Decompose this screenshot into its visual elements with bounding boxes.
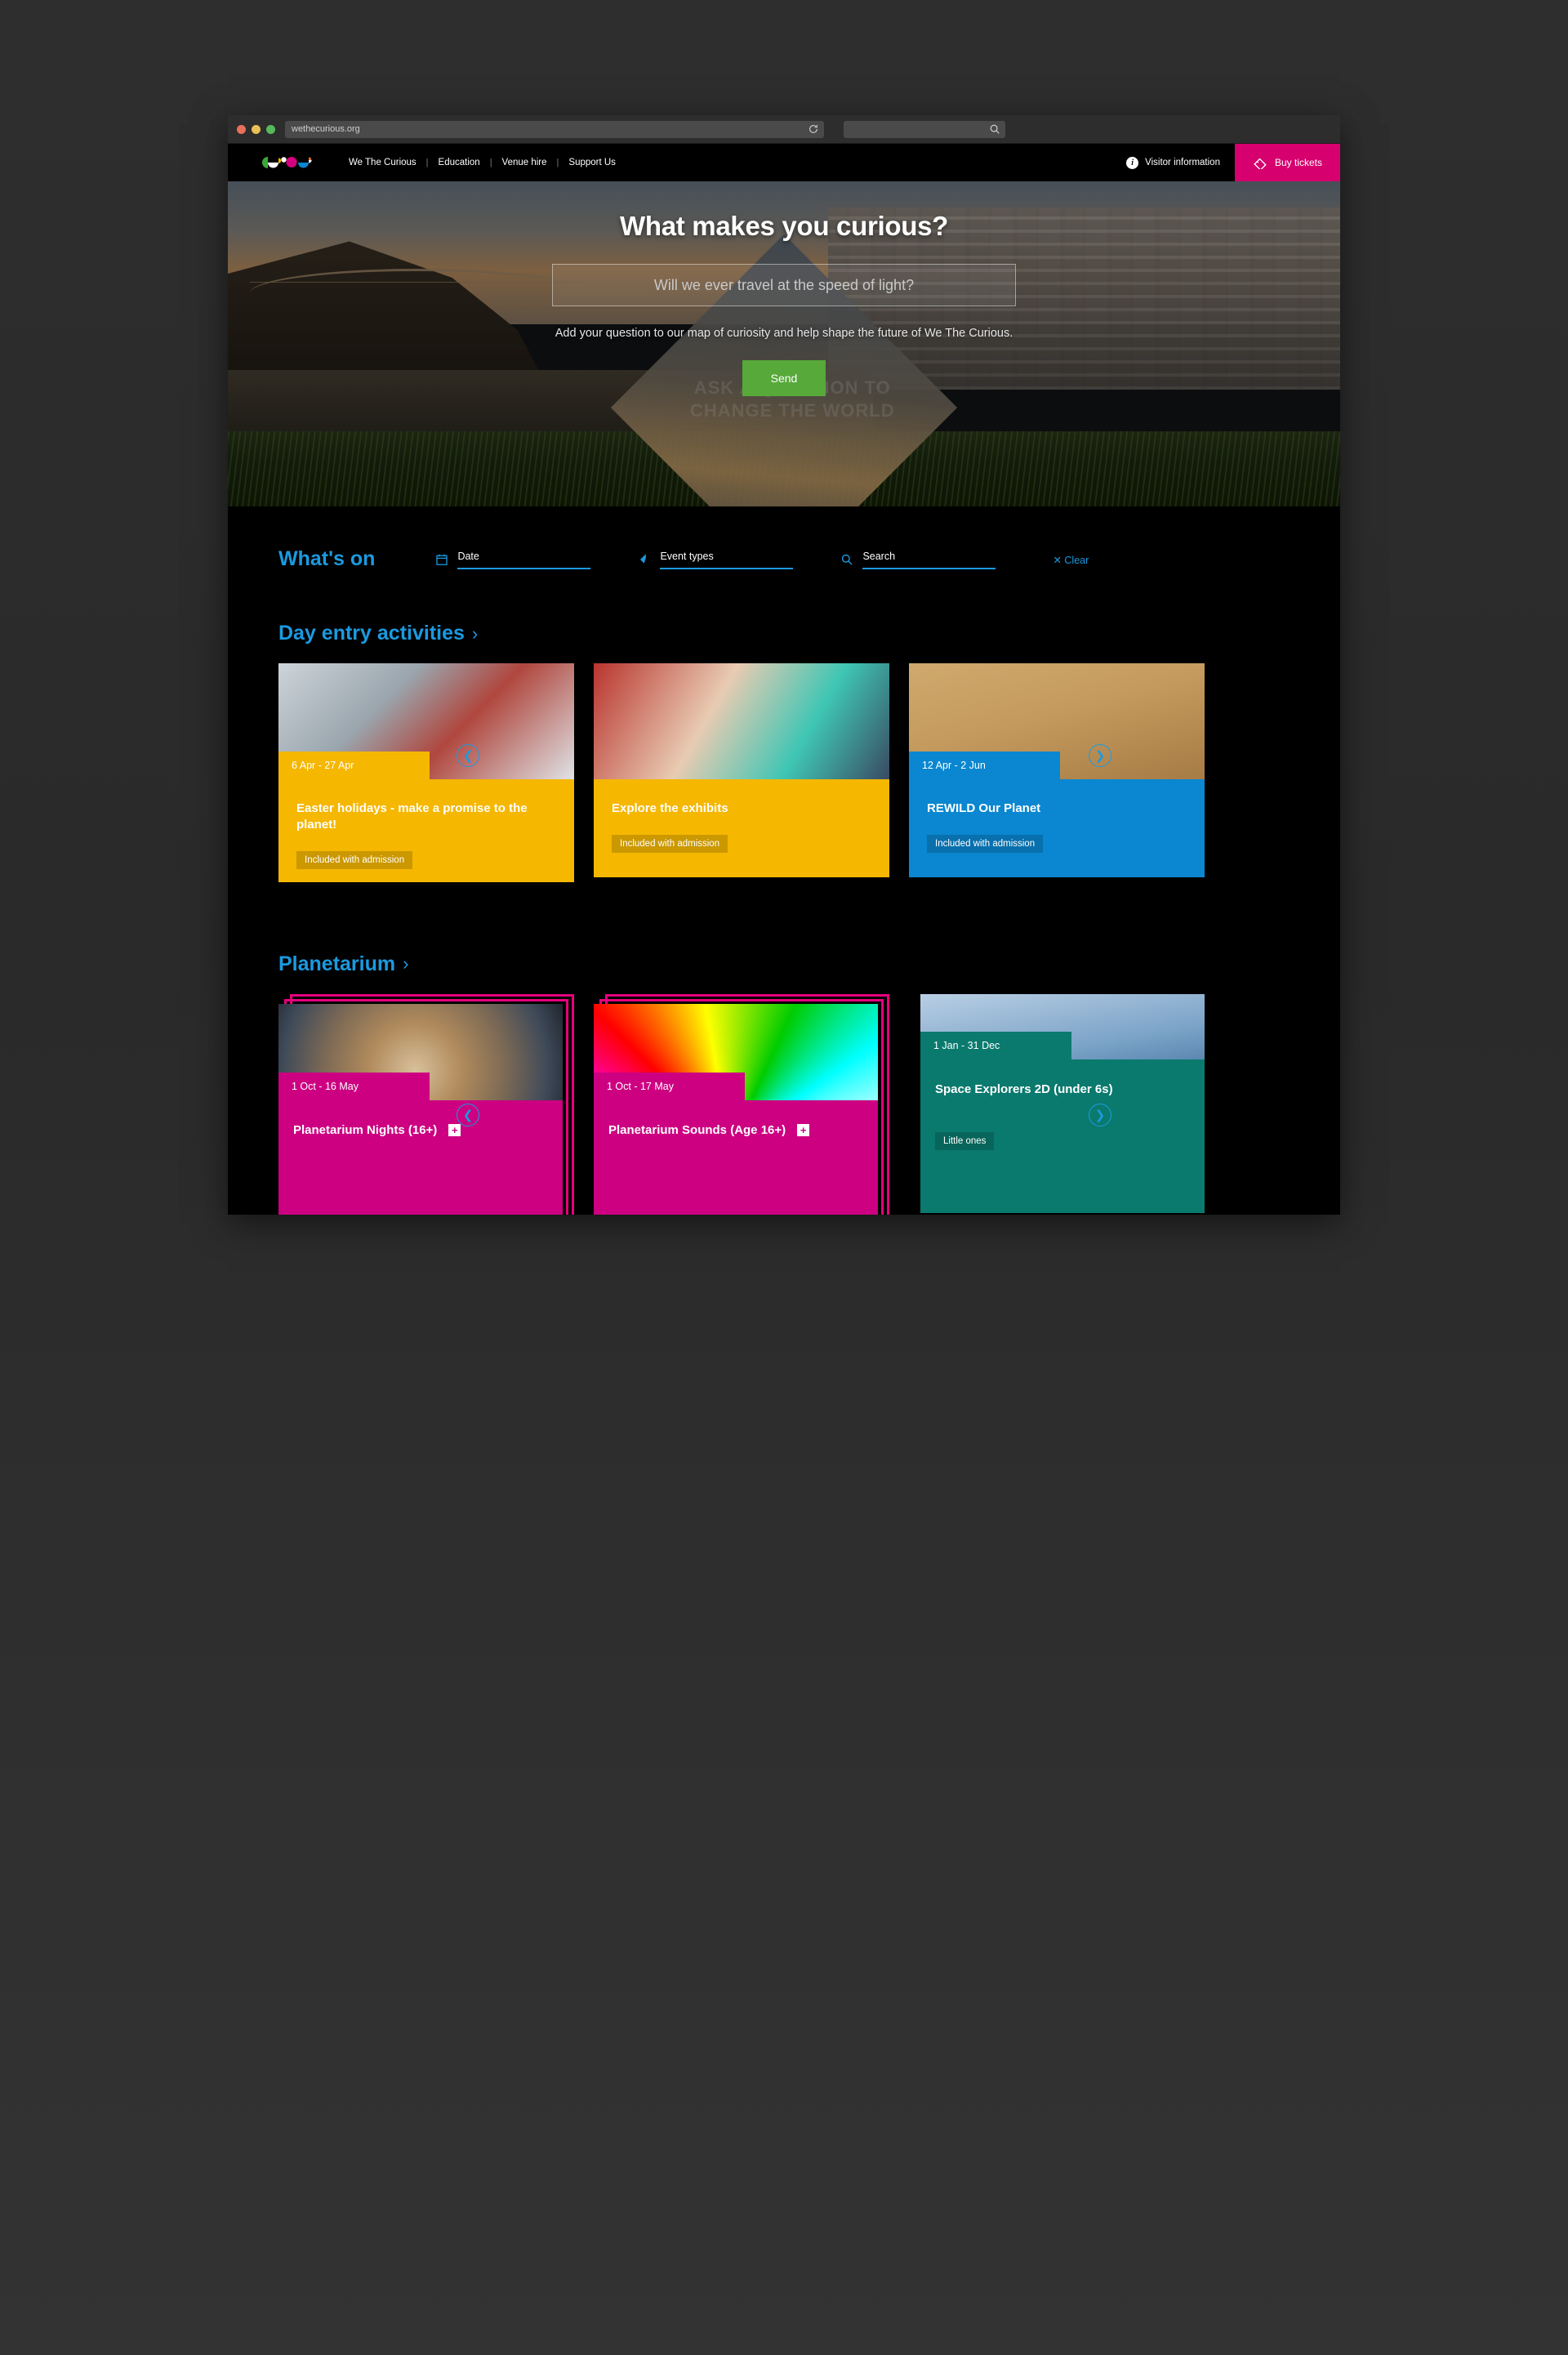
event-card-title: Planetarium Nights (16+) xyxy=(293,1122,438,1137)
hero-title: What makes you curious? xyxy=(619,211,949,241)
event-card[interactable]: 6 Apr - 27 Apr Easter holidays - make a … xyxy=(278,663,574,882)
nav-item-venue-hire[interactable]: Venue hire xyxy=(492,158,557,167)
site-header: We The Curious | Education | Venue hire … xyxy=(228,144,1340,181)
nav-item-education[interactable]: Education xyxy=(429,158,490,167)
maximize-window-button[interactable] xyxy=(266,124,275,134)
carousel-planetarium: 1 Oct - 16 May Planetarium Nights (16+) … xyxy=(228,993,1340,1215)
buy-tickets-label: Buy tickets xyxy=(1274,157,1322,168)
event-card-body: Planetarium Sounds (Age 16+) + xyxy=(594,1099,878,1215)
event-card[interactable]: Explore the exhibits Included with admis… xyxy=(594,663,889,882)
send-button[interactable]: Send xyxy=(742,360,826,396)
window-controls[interactable] xyxy=(237,124,275,134)
event-card-tag: Included with admission xyxy=(296,850,413,869)
carousel-next-button[interactable]: ❯ xyxy=(1089,744,1111,767)
event-card-tag: Included with admission xyxy=(927,834,1044,853)
reload-icon[interactable] xyxy=(808,123,819,135)
we-the-curious-logo[interactable] xyxy=(261,154,314,172)
whats-on-title: What's on xyxy=(278,547,376,570)
filter-event-types[interactable]: Event types xyxy=(638,549,794,569)
filter-search-label: Search xyxy=(862,551,896,562)
main-navigation[interactable]: We The Curious | Education | Venue hire … xyxy=(339,158,626,167)
event-card-date: 1 Oct - 17 May xyxy=(594,1072,745,1100)
carousel-next-button[interactable]: ❯ xyxy=(1089,1103,1111,1126)
event-card[interactable]: 1 Oct - 17 May Planetarium Sounds (Age 1… xyxy=(594,993,889,1215)
section-title-text: Planetarium xyxy=(278,952,396,975)
clear-filters-button[interactable]: ✕ Clear xyxy=(1053,554,1089,566)
section-title-planetarium[interactable]: Planetarium › xyxy=(278,952,408,976)
close-window-button[interactable] xyxy=(237,124,246,134)
event-card-date: 1 Oct - 16 May xyxy=(278,1072,430,1100)
plus-icon[interactable]: + xyxy=(448,1123,461,1136)
browser-window: wethecurious.org We The Curious | Educat… xyxy=(228,115,1340,1215)
event-card-body: Explore the exhibits Included with admis… xyxy=(594,779,889,877)
event-card[interactable]: 1 Jan - 31 Dec Space Explorers 2D (under… xyxy=(909,993,1205,1213)
filter-date[interactable]: Date xyxy=(435,549,591,569)
section-title-day-entry-activities[interactable]: Day entry activities › xyxy=(278,622,478,645)
question-input[interactable] xyxy=(552,264,1016,306)
section-day-entry-activities: Day entry activities › 6 Apr - 27 Apr Ea… xyxy=(228,622,1340,882)
visitor-information-button[interactable]: i Visitor information xyxy=(1111,144,1235,181)
carousel-day-entry-activities: 6 Apr - 27 Apr Easter holidays - make a … xyxy=(228,663,1340,882)
event-card-date: 6 Apr - 27 Apr xyxy=(278,752,430,779)
plus-icon[interactable]: + xyxy=(797,1123,810,1136)
event-card[interactable]: 1 Oct - 16 May Planetarium Nights (16+) … xyxy=(278,993,574,1215)
address-bar[interactable]: wethecurious.org xyxy=(285,120,824,138)
event-card-body: Planetarium Nights (16+) + xyxy=(278,1099,563,1215)
event-card-body: 12 Apr - 2 Jun REWILD Our Planet Include… xyxy=(909,752,1205,877)
search-icon xyxy=(989,123,1000,135)
event-card-image xyxy=(594,663,889,779)
address-bar-text: wethecurious.org xyxy=(292,124,360,134)
chevron-right-icon: › xyxy=(471,622,479,644)
event-card-title: REWILD Our Planet xyxy=(927,801,1041,815)
chevron-right-icon: › xyxy=(403,953,409,975)
info-icon: i xyxy=(1126,156,1139,169)
event-card-title: Space Explorers 2D (under 6s) xyxy=(935,1082,1113,1096)
filter-event-types-label: Event types xyxy=(660,551,714,562)
section-title-text: Day entry activities xyxy=(278,622,465,645)
whats-on-bar: What's on Date Event types Search ✕ Clea… xyxy=(228,506,1340,569)
nav-item-support-us[interactable]: Support Us xyxy=(559,158,626,167)
hero-section: ASK A QUESTION TO CHANGE THE WORLD What … xyxy=(228,181,1340,506)
minimize-window-button[interactable] xyxy=(252,124,261,134)
browser-chrome-bar: wethecurious.org xyxy=(228,115,1340,144)
filter-search[interactable]: Search xyxy=(840,549,996,569)
event-card-body: 6 Apr - 27 Apr Easter holidays - make a … xyxy=(278,752,574,882)
buy-tickets-button[interactable]: Buy tickets xyxy=(1234,144,1340,181)
event-card-title: Easter holidays - make a promise to the … xyxy=(296,801,528,832)
event-card-tag: Included with admission xyxy=(612,834,728,853)
header-actions: i Visitor information Buy tickets xyxy=(1111,144,1340,181)
carousel-prev-button[interactable]: ❮ xyxy=(457,744,479,767)
browser-search-input[interactable] xyxy=(844,120,1005,138)
calendar-icon xyxy=(435,553,449,567)
x-icon: ✕ xyxy=(1053,555,1062,566)
event-card-date: 1 Jan - 31 Dec xyxy=(920,1031,1071,1059)
filter-date-label: Date xyxy=(457,551,479,562)
tag-icon xyxy=(638,553,652,567)
event-card-tag: Little ones xyxy=(935,1131,995,1150)
nav-item-we-the-curious[interactable]: We The Curious xyxy=(339,158,426,167)
visitor-information-label: Visitor information xyxy=(1145,158,1220,167)
ticket-icon xyxy=(1253,157,1267,169)
event-card[interactable]: 12 Apr - 2 Jun REWILD Our Planet Include… xyxy=(909,663,1205,882)
section-planetarium: Planetarium › 1 Oct - 16 May Planetarium… xyxy=(228,952,1340,1215)
carousel-prev-button[interactable]: ❮ xyxy=(457,1103,479,1126)
hero-subtitle: Add your question to our map of curiosit… xyxy=(555,327,1013,340)
search-icon xyxy=(840,553,854,567)
clear-filters-label: Clear xyxy=(1064,555,1089,566)
event-card-title: Planetarium Sounds (Age 16+) xyxy=(608,1122,786,1137)
event-card-title: Explore the exhibits xyxy=(612,801,728,815)
event-card-date: 12 Apr - 2 Jun xyxy=(909,752,1060,779)
event-card-body: Space Explorers 2D (under 6s) Little one… xyxy=(920,1059,1205,1213)
